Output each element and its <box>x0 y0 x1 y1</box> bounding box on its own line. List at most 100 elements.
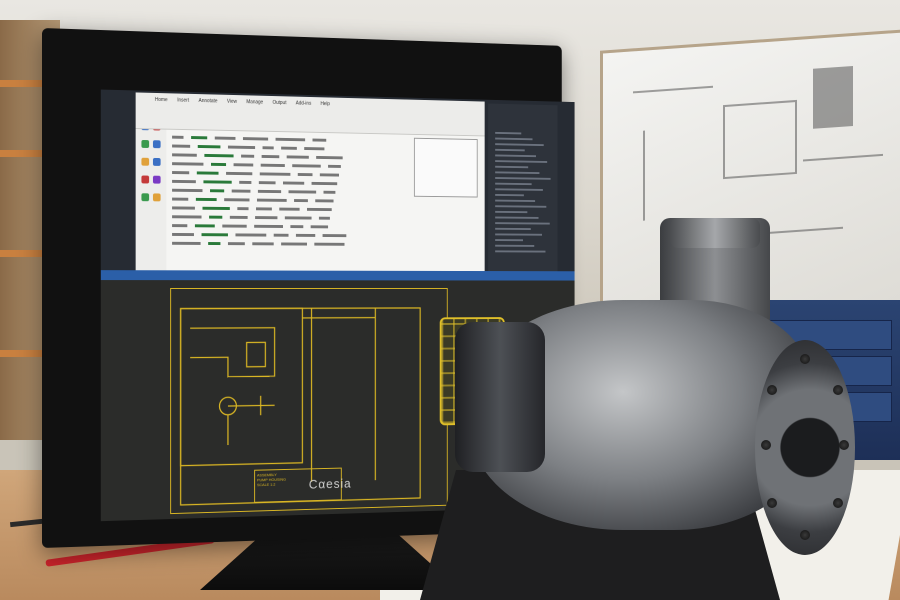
text-icon <box>152 193 161 202</box>
flange-bolt <box>839 440 849 450</box>
table-cell <box>172 197 189 201</box>
dimension-icon <box>141 157 150 166</box>
taskbar <box>100 270 575 281</box>
table-cell <box>231 189 251 193</box>
ribbon-tab[interactable]: Annotate <box>199 98 218 108</box>
ribbon-tab[interactable]: Output <box>273 100 287 110</box>
layer-panel <box>488 103 558 274</box>
table-cell <box>191 136 208 140</box>
panel-line <box>495 239 523 242</box>
table-cell <box>258 181 276 185</box>
sketch-line <box>633 85 713 94</box>
panel-line <box>495 244 535 247</box>
table-cell <box>209 215 223 219</box>
flange-bolt <box>833 385 843 395</box>
table-cell <box>312 138 327 142</box>
table-cell <box>241 154 255 158</box>
table-cell <box>252 242 274 246</box>
table-cell <box>284 216 312 220</box>
table-cell <box>227 242 245 246</box>
table-cell <box>195 197 217 202</box>
table-cell <box>202 206 230 210</box>
table-cell <box>288 190 317 194</box>
panel-line <box>495 188 543 191</box>
panel-line <box>495 137 533 141</box>
ribbon-tab[interactable]: Insert <box>177 97 189 107</box>
table-cell <box>222 224 247 228</box>
table-cell <box>197 145 221 149</box>
pump-coupling <box>455 322 545 472</box>
table-cell <box>316 155 343 160</box>
table-cell <box>295 233 316 237</box>
table-cell <box>261 154 280 159</box>
table-cell <box>172 153 197 157</box>
hatch-icon <box>141 193 150 202</box>
table-cell <box>194 224 215 228</box>
table-cell <box>172 232 194 237</box>
table-cell <box>203 180 232 184</box>
table-cell <box>172 135 184 139</box>
table-cell <box>306 207 332 212</box>
table-cell <box>262 146 274 150</box>
panel-line <box>495 160 548 163</box>
panel-line <box>495 154 536 158</box>
ribbon-tab[interactable]: Add-ins <box>296 100 312 110</box>
panel-line <box>495 222 550 225</box>
table-cell <box>239 180 252 184</box>
pump-inlet-flange <box>755 340 855 555</box>
table-cell <box>229 215 248 219</box>
flange-bolt <box>761 440 771 450</box>
monitor-brand-logo: Cαesia <box>308 475 352 492</box>
panel-line <box>495 182 532 186</box>
properties-panel <box>413 137 478 198</box>
ribbon-tab[interactable]: Home <box>155 97 168 107</box>
table-cell <box>224 198 250 202</box>
table-cell <box>314 242 345 246</box>
table-cell <box>257 189 282 194</box>
table-cell <box>256 207 272 211</box>
panel-line <box>495 216 539 219</box>
table-row <box>172 239 448 249</box>
table-cell <box>318 216 330 220</box>
table-cell <box>282 181 305 185</box>
table-cell <box>294 199 308 203</box>
ribbon-tab[interactable]: Help <box>320 101 329 111</box>
table-cell <box>210 162 227 167</box>
table-cell <box>256 198 287 202</box>
panel-line <box>495 193 524 197</box>
pump-outlet-cap <box>670 218 760 248</box>
panel-line <box>495 199 536 202</box>
table-cell <box>259 172 291 176</box>
layer-icon <box>152 175 161 184</box>
arc-icon <box>152 140 161 149</box>
table-cell <box>322 234 347 238</box>
parts-table <box>172 133 448 262</box>
table-cell <box>311 181 338 186</box>
workshop-photo: Home Insert Annotate View Manage Output … <box>0 0 900 600</box>
table-cell <box>328 164 341 168</box>
flange-bolt <box>800 530 810 540</box>
sketch-photo <box>813 66 853 129</box>
sketch-line <box>643 130 645 221</box>
table-cell <box>172 224 188 228</box>
flange-bolt <box>800 354 810 364</box>
table-cell <box>275 137 306 142</box>
table-cell <box>172 206 195 210</box>
table-cell <box>201 233 228 237</box>
table-cell <box>204 153 234 158</box>
flange-bolt <box>767 498 777 508</box>
table-cell <box>254 224 283 228</box>
panel-line <box>495 171 540 175</box>
table-cell <box>196 171 219 175</box>
panel-line <box>495 210 528 214</box>
panel-line <box>495 177 551 180</box>
ribbon-tab[interactable]: Manage <box>246 99 263 109</box>
table-cell <box>172 215 202 219</box>
table-cell <box>172 179 196 184</box>
panel-line <box>495 205 547 208</box>
sketch-box <box>723 99 797 180</box>
table-cell <box>281 242 307 246</box>
ribbon-tab[interactable]: View <box>227 99 237 109</box>
panel-line <box>495 131 522 135</box>
table-cell <box>237 207 249 211</box>
